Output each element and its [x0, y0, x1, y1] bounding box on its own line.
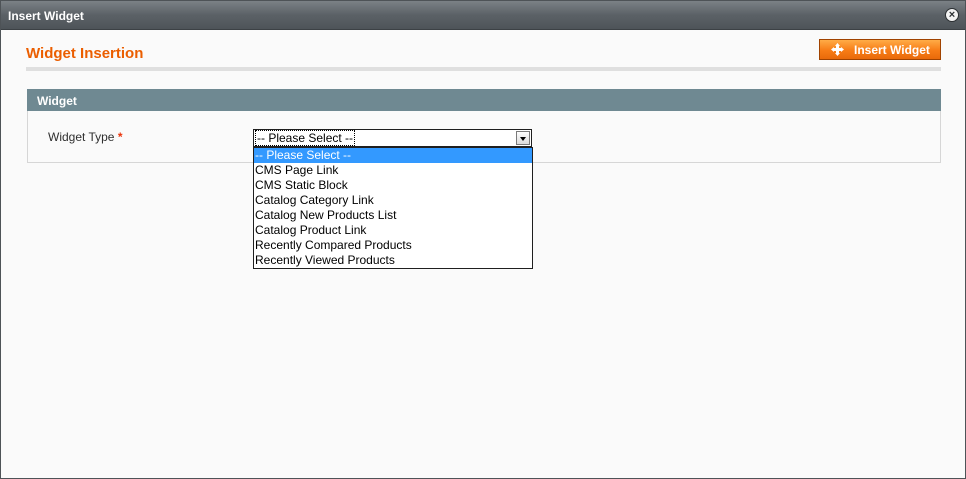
close-icon[interactable]: × [945, 8, 959, 22]
dropdown-option[interactable]: Catalog Category Link [254, 193, 532, 208]
dropdown-option[interactable]: Recently Viewed Products [254, 253, 532, 268]
dialog-title: Insert Widget [8, 9, 84, 23]
move-arrows-icon [831, 43, 844, 56]
dropdown-option[interactable]: CMS Page Link [254, 163, 532, 178]
fieldset-legend-text: Widget [37, 94, 77, 108]
content-header: Widget Insertion Insert Widget [26, 38, 941, 71]
widget-type-label: Widget Type * [48, 130, 123, 144]
dialog-titlebar: Insert Widget × [1, 1, 965, 30]
widget-type-select[interactable]: -- Please Select -- [253, 129, 532, 147]
fieldset-legend: Widget [27, 89, 941, 111]
widget-type-dropdown: -- Please Select -- CMS Page Link CMS St… [253, 147, 533, 269]
widget-type-label-text: Widget Type [48, 130, 115, 144]
insert-widget-label: Insert Widget [854, 43, 930, 57]
dropdown-option[interactable]: Catalog Product Link [254, 223, 532, 238]
widget-type-selected-value: -- Please Select -- [254, 130, 356, 146]
required-mark: * [117, 130, 123, 144]
page-title: Widget Insertion [26, 45, 144, 62]
dropdown-option[interactable]: CMS Static Block [254, 178, 532, 193]
chevron-down-icon[interactable] [516, 131, 530, 145]
dropdown-option[interactable]: Recently Compared Products [254, 238, 532, 253]
dropdown-option[interactable]: -- Please Select -- [254, 148, 532, 163]
dropdown-option[interactable]: Catalog New Products List [254, 208, 532, 223]
insert-widget-dialog: Insert Widget × Widget Insertion Insert … [0, 0, 966, 479]
insert-widget-button[interactable]: Insert Widget [819, 39, 941, 60]
